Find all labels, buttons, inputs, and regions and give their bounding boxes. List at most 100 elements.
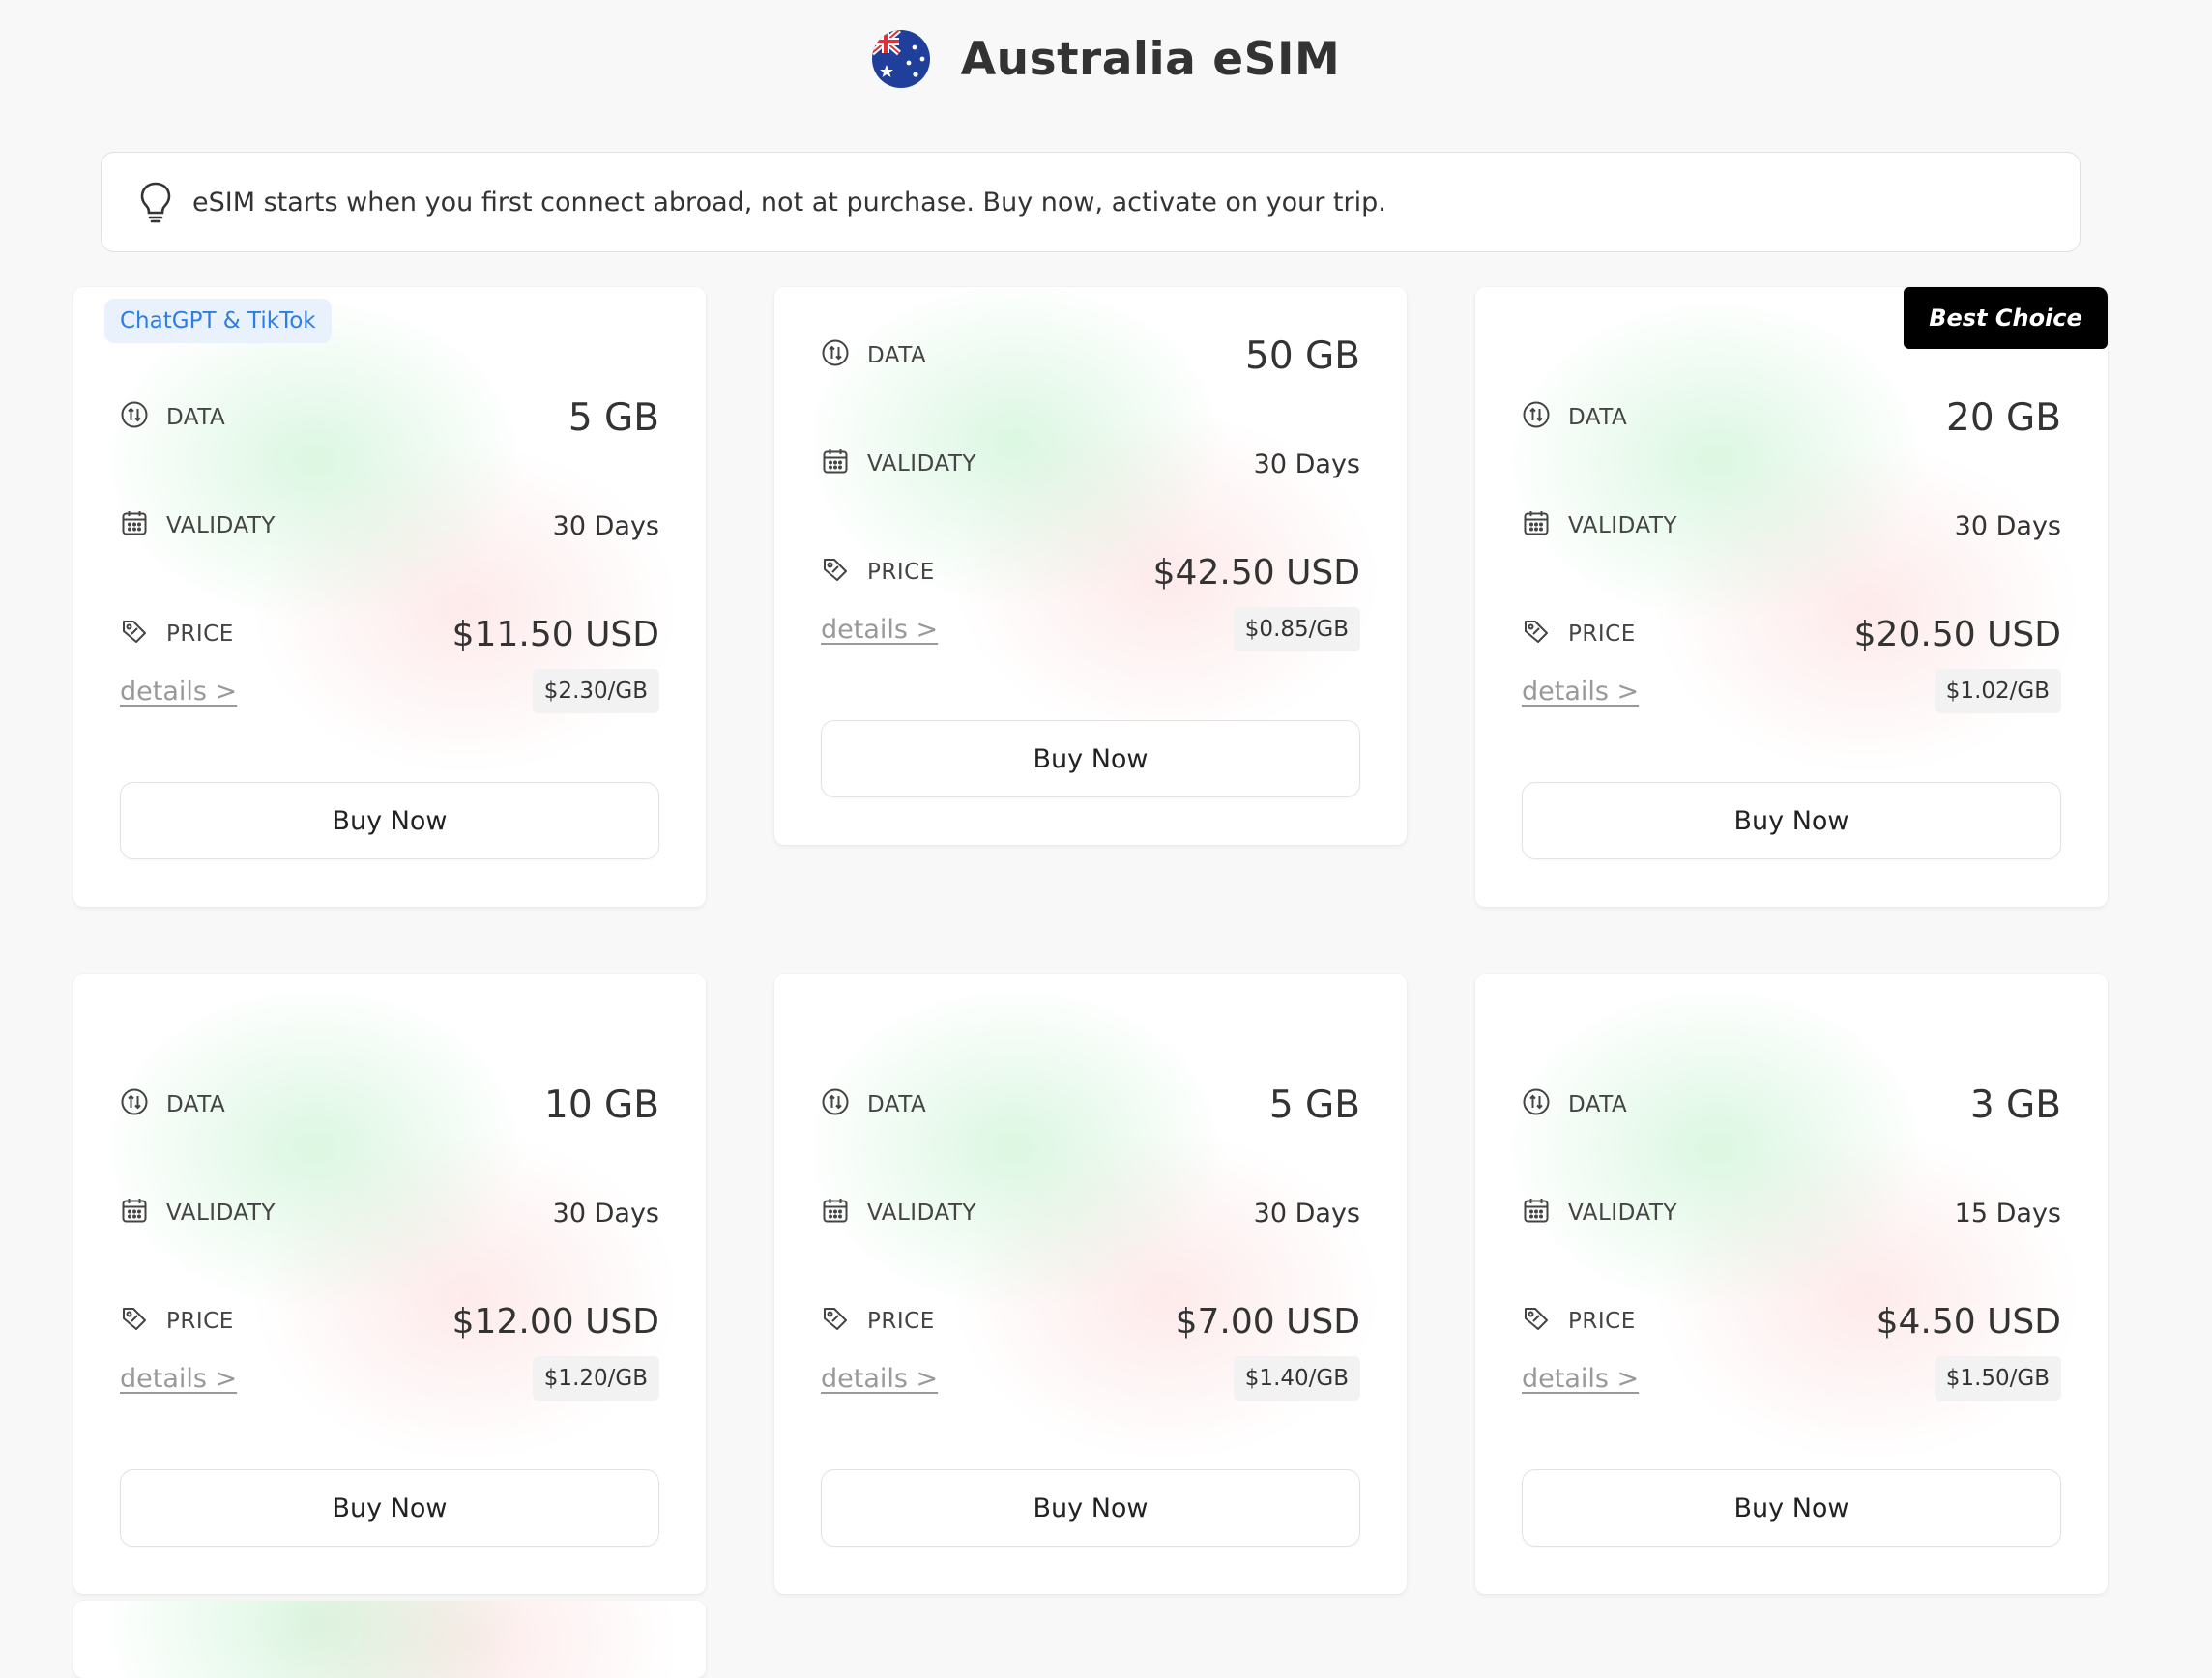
details-row: details > $1.40/GB xyxy=(821,1353,1360,1403)
validity-value: 30 Days xyxy=(1253,448,1360,479)
data-label: DATA xyxy=(1568,405,1628,430)
price-tag-icon xyxy=(120,1304,149,1339)
data-icon xyxy=(120,1087,149,1122)
price-label: PRICE xyxy=(867,1309,935,1334)
price-per-gb: $1.20/GB xyxy=(532,1356,659,1401)
buy-now-button[interactable]: Buy Now xyxy=(120,782,659,859)
validity-row: VALIDATY 30 Days xyxy=(120,1189,659,1237)
details-link[interactable]: details > xyxy=(1522,677,1639,707)
price-per-gb: $1.02/GB xyxy=(1934,669,2061,713)
price-label: PRICE xyxy=(867,560,935,585)
price-value: $4.50 USD xyxy=(1876,1301,2061,1342)
data-label: DATA xyxy=(166,1092,226,1117)
validity-row: VALIDATY 15 Days xyxy=(1522,1189,2061,1237)
data-row: DATA 5 GB xyxy=(821,1081,1360,1129)
data-value: 5 GB xyxy=(568,395,659,440)
validity-label: VALIDATY xyxy=(166,1201,276,1226)
data-icon xyxy=(821,338,850,373)
data-label: DATA xyxy=(166,405,226,430)
price-per-gb: $1.40/GB xyxy=(1233,1356,1360,1401)
data-icon xyxy=(1522,400,1551,435)
data-icon xyxy=(821,1087,850,1122)
validity-label: VALIDATY xyxy=(867,1201,976,1226)
plan-card: DATA 3 GB VALIDATY 15 Days PRICE $4.50 USD det… xyxy=(1475,974,2108,1594)
data-row: DATA 5 GB xyxy=(120,393,659,442)
lightbulb-icon xyxy=(140,182,171,223)
data-row: DATA 10 GB xyxy=(120,1081,659,1129)
best-choice-badge: Best Choice xyxy=(1904,287,2108,349)
plan-card: DATA 10 GB VALIDATY 30 Days PRICE $12.00 USD d… xyxy=(73,974,706,1594)
price-label: PRICE xyxy=(166,1309,234,1334)
details-link[interactable]: details > xyxy=(120,1364,237,1394)
price-tag-icon xyxy=(120,617,149,651)
page-header: Australia eSIM xyxy=(0,25,2212,93)
data-row: DATA 3 GB xyxy=(1522,1081,2061,1129)
price-per-gb: $2.30/GB xyxy=(532,669,659,713)
buy-now-button[interactable]: Buy Now xyxy=(821,1469,1360,1547)
data-row: DATA 20 GB xyxy=(1522,393,2061,442)
details-row: details > $0.85/GB xyxy=(821,604,1360,654)
validity-value: 30 Days xyxy=(1954,510,2061,541)
plan-card: DATA 5 GB VALIDATY 30 Days PRICE $7.00 USD det… xyxy=(774,974,1407,1594)
details-row: details > $1.50/GB xyxy=(1522,1353,2061,1403)
data-value: 10 GB xyxy=(544,1083,659,1127)
plan-tag: ChatGPT & TikTok xyxy=(104,299,332,343)
validity-value: 30 Days xyxy=(552,1198,659,1229)
data-value: 5 GB xyxy=(1268,1083,1360,1127)
price-value: $7.00 USD xyxy=(1175,1301,1360,1342)
data-label: DATA xyxy=(867,1092,927,1117)
price-label: PRICE xyxy=(1568,1309,1636,1334)
data-value: 3 GB xyxy=(1969,1083,2061,1127)
validity-value: 30 Days xyxy=(552,510,659,541)
validity-row: VALIDATY 30 Days xyxy=(120,502,659,550)
info-banner: eSIM starts when you first connect abroa… xyxy=(101,152,2081,252)
price-tag-icon xyxy=(1522,1304,1551,1339)
calendar-icon xyxy=(821,1196,850,1230)
data-icon xyxy=(120,400,149,435)
data-value: 20 GB xyxy=(1946,395,2061,440)
validity-row: VALIDATY 30 Days xyxy=(821,440,1360,488)
price-row: PRICE $20.50 USD xyxy=(1522,610,2061,658)
plan-card: DATA 50 GB VALIDATY 30 Days PRICE $42.50 USD d… xyxy=(774,287,1407,845)
details-link[interactable]: details > xyxy=(1522,1364,1639,1394)
info-banner-text: eSIM starts when you first connect abroa… xyxy=(192,187,1386,217)
calendar-icon xyxy=(1522,1196,1551,1230)
calendar-icon xyxy=(120,1196,149,1230)
buy-now-button[interactable]: Buy Now xyxy=(1522,782,2061,859)
data-icon xyxy=(1522,1087,1551,1122)
validity-value: 30 Days xyxy=(1253,1198,1360,1229)
price-row: PRICE $11.50 USD xyxy=(120,610,659,658)
validity-label: VALIDATY xyxy=(1568,1201,1677,1226)
plan-card: ChatGPT & TikTok DATA 5 GB VALIDATY 30 Days P… xyxy=(73,287,706,907)
details-link[interactable]: details > xyxy=(821,615,938,645)
price-row: PRICE $12.00 USD xyxy=(120,1297,659,1345)
plan-card: Best Choice DATA 20 GB VALIDATY 30 Days PRICE… xyxy=(1475,287,2108,907)
price-tag-icon xyxy=(1522,617,1551,651)
details-row: details > $1.20/GB xyxy=(120,1353,659,1403)
price-row: PRICE $7.00 USD xyxy=(821,1297,1360,1345)
details-row: details > $1.02/GB xyxy=(1522,666,2061,716)
plan-card-partial xyxy=(73,1601,706,1678)
price-per-gb: $0.85/GB xyxy=(1233,607,1360,651)
buy-now-button[interactable]: Buy Now xyxy=(821,720,1360,797)
data-value: 50 GB xyxy=(1245,333,1360,378)
data-row: DATA 50 GB xyxy=(821,332,1360,380)
validity-label: VALIDATY xyxy=(867,451,976,477)
validity-row: VALIDATY 30 Days xyxy=(1522,502,2061,550)
details-link[interactable]: details > xyxy=(821,1364,938,1394)
buy-now-button[interactable]: Buy Now xyxy=(1522,1469,2061,1547)
australia-flag-icon xyxy=(871,30,930,88)
price-tag-icon xyxy=(821,555,850,590)
validity-row: VALIDATY 30 Days xyxy=(821,1189,1360,1237)
data-label: DATA xyxy=(867,343,927,368)
calendar-icon xyxy=(821,447,850,481)
page-title: Australia eSIM xyxy=(960,32,1341,86)
data-label: DATA xyxy=(1568,1092,1628,1117)
price-label: PRICE xyxy=(1568,622,1636,647)
price-value: $42.50 USD xyxy=(1152,552,1360,593)
buy-now-button[interactable]: Buy Now xyxy=(120,1469,659,1547)
price-tag-icon xyxy=(821,1304,850,1339)
details-link[interactable]: details > xyxy=(120,677,237,707)
price-row: PRICE $4.50 USD xyxy=(1522,1297,2061,1345)
validity-label: VALIDATY xyxy=(1568,513,1677,538)
